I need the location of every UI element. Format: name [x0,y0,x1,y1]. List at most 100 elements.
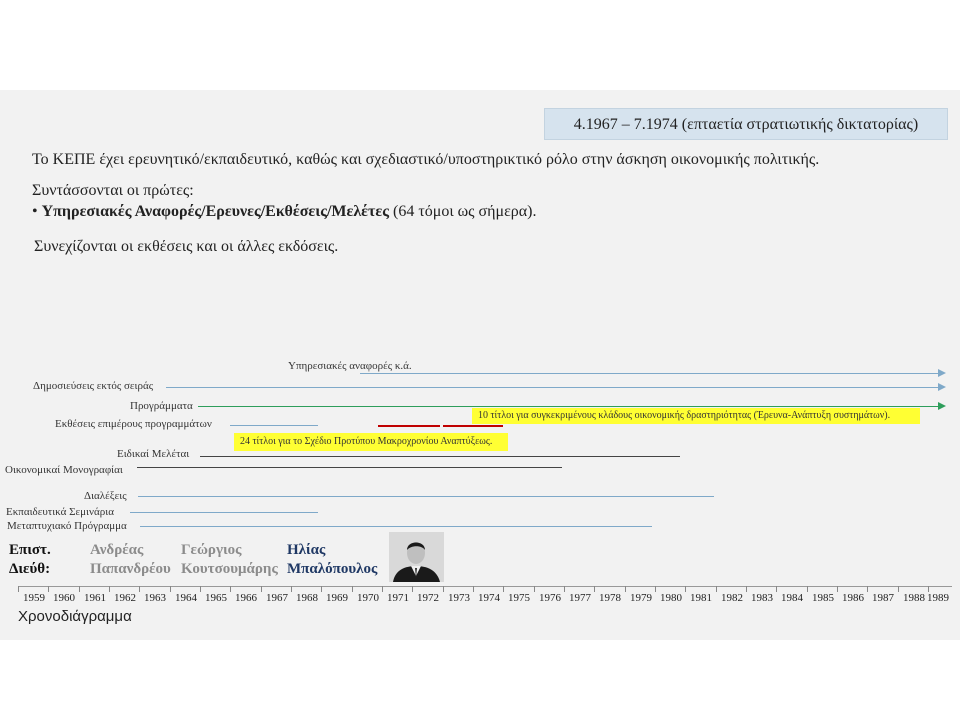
year-tick [594,586,595,592]
director-last-name: Παπανδρέου [90,561,171,577]
director-first-name: Ανδρέας [90,542,144,558]
axis-label: Χρονοδιάγραμμα [18,608,132,625]
year-label: 1975 [508,592,530,604]
year-tick [473,586,474,592]
director-first-name: Γεώργιος [181,542,242,558]
portrait-icon [389,532,444,582]
director-first-name: Ηλίας [287,542,326,558]
year-tick [625,586,626,592]
list-intro: Συντάσσονται οι πρώτες: [32,182,194,199]
year-label: 1979 [630,592,652,604]
year-tick [321,586,322,592]
year-label: 1960 [53,592,75,604]
year-tick [230,586,231,592]
year-tick [109,586,110,592]
row-label-publications: Δημοσιεύσεις εκτός σειράς [33,380,154,392]
row-label-program-reports: Εκθέσεις επιμέρους προγραμμάτων [55,418,212,430]
arrow-right-icon [938,402,946,410]
year-label: 1978 [599,592,621,604]
year-label: 1981 [690,592,712,604]
year-tick [837,586,838,592]
year-label: 1962 [114,592,136,604]
year-tick [48,586,49,592]
year-label: 1964 [175,592,197,604]
year-tick [382,586,383,592]
year-label: 1982 [721,592,743,604]
year-label: 1987 [872,592,894,604]
note-sector-titles: 10 τίτλοι για συγκεκριμένους κλάδους οικ… [472,408,920,424]
bullet-rest: (64 τόμοι ως σήμερα). [392,203,537,220]
year-tick [867,586,868,592]
arrow-right-icon [938,383,946,391]
year-label: 1985 [812,592,834,604]
year-tick [564,586,565,592]
bullet-bold: Υπηρεσιακές Αναφορές/Ερευνες/Εκθέσεις/Με… [41,203,389,220]
slide: 4.1967 – 7.1974 (επταετία στρατιωτικής δ… [0,90,960,640]
row-label-monographs: Οικονομικαί Μονογραφίαι [5,464,123,476]
row-line-program-reports-red-2 [443,425,503,427]
director-last-name: Κουτσουμάρης [181,561,278,577]
note-longterm-plan: 24 τίτλοι για το Σχέδιο Προτύπου Μακροχρ… [234,433,508,451]
row-line-special-studies [200,456,680,457]
director-papandreou: Ανδρέας Παπανδρέου [90,541,171,579]
year-label: 1966 [235,592,257,604]
year-label: 1977 [569,592,591,604]
period-box: 4.1967 – 7.1974 (επταετία στρατιωτικής δ… [544,108,948,140]
year-tick [776,586,777,592]
row-line-lectures [138,496,714,497]
year-label: 1969 [326,592,348,604]
row-line-reports [360,373,938,374]
row-label-postgraduate: Μεταπτυχιακό Πρόγραμμα [7,520,127,532]
year-label: 1970 [357,592,379,604]
year-tick [139,586,140,592]
year-label: 1968 [296,592,318,604]
year-tick [200,586,201,592]
year-tick [655,586,656,592]
row-line-seminars [130,512,318,513]
year-label: 1983 [751,592,773,604]
arrow-right-icon [938,369,946,377]
row-line-publications [166,387,938,388]
year-label: 1965 [205,592,227,604]
year-label: 1974 [478,592,500,604]
year-tick [261,586,262,592]
row-label-lectures: Διαλέξεις [84,490,127,502]
year-label: 1984 [781,592,803,604]
year-tick [746,586,747,592]
year-tick [79,586,80,592]
year-tick [170,586,171,592]
year-tick [443,586,444,592]
director-balopoulos: Ηλίας Μπαλόπουλος [287,541,377,579]
year-tick [898,586,899,592]
year-label: 1973 [448,592,470,604]
year-label: 1971 [387,592,409,604]
director-portrait-image [389,532,444,582]
row-line-program-reports-1 [230,425,318,426]
year-tick [807,586,808,592]
row-line-postgraduate [140,526,652,527]
year-tick [716,586,717,592]
directors-label: Επιστ. Διεύθ: [9,541,51,579]
year-tick [503,586,504,592]
directors-label-line2: Διεύθ: [9,561,51,577]
intro-text: Το ΚΕΠΕ έχει ερευνητικό/εκπαιδευτικό, κα… [32,151,820,168]
year-label: 1972 [417,592,439,604]
year-tick [291,586,292,592]
year-tick [352,586,353,592]
year-label: 1967 [266,592,288,604]
year-label: 1963 [144,592,166,604]
year-tick [534,586,535,592]
row-line-monographs [137,467,562,468]
year-label: 1959 [23,592,45,604]
year-label: 1989 [927,592,949,604]
year-tick [18,586,19,592]
director-koutsoumaris: Γεώργιος Κουτσουμάρης [181,541,278,579]
bullet-icon: • [32,203,42,220]
row-label-reports: Υπηρεσιακές αναφορές κ.ά. [288,360,412,372]
year-tick [685,586,686,592]
row-label-special-studies: Ειδικαί Μελέται [117,448,190,460]
director-last-name: Μπαλόπουλος [287,561,378,577]
row-label-programs: Προγράμματα [130,400,193,412]
continuation-text: Συνεχίζονται οι εκθέσεις και οι άλλες εκ… [34,238,339,255]
row-line-program-reports-red-1 [378,425,440,427]
